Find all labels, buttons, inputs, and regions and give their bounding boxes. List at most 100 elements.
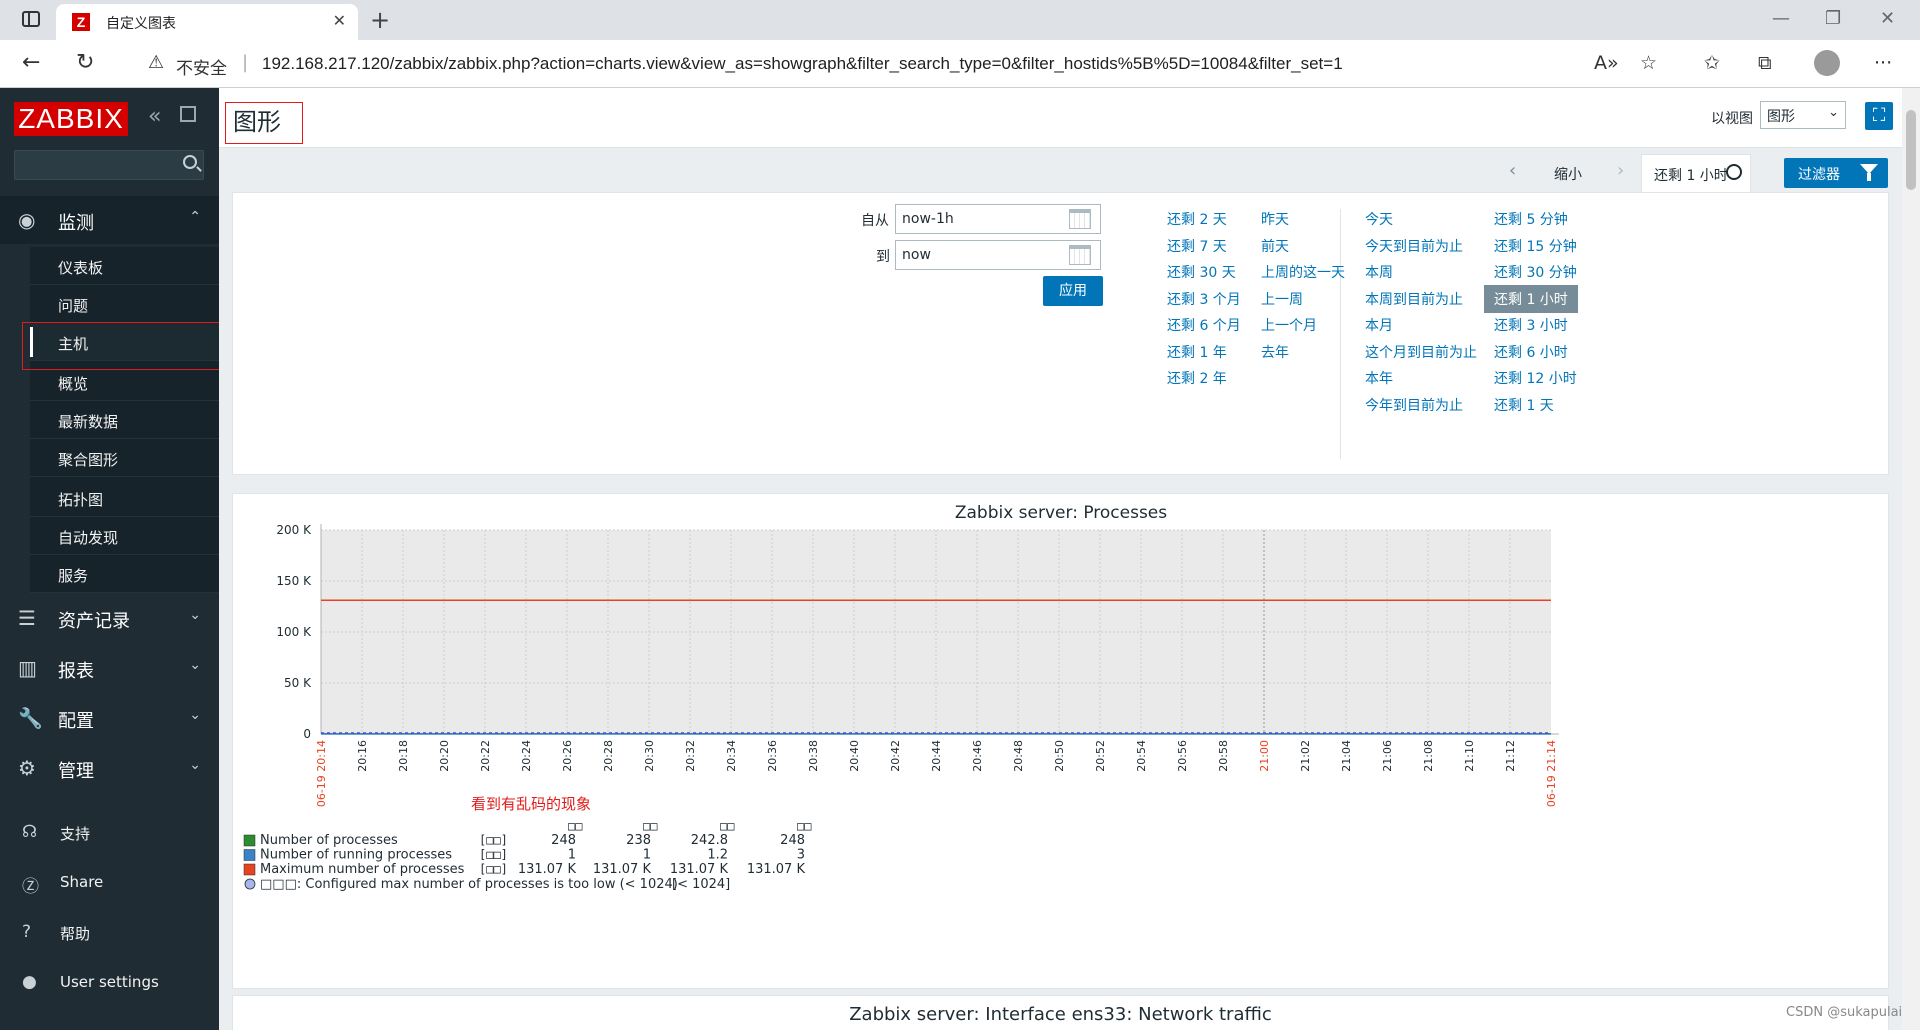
kiosk-mode-icon[interactable] xyxy=(180,106,196,122)
submenu-services[interactable]: 服务 xyxy=(30,555,219,593)
search-input[interactable] xyxy=(14,150,204,180)
collapse-sidebar-icon[interactable]: « xyxy=(148,104,161,129)
menu-inventory[interactable]: ☰ 资产记录 ⌄ xyxy=(0,594,219,642)
tab-title: 自定义图表 xyxy=(106,16,176,32)
filter-tab-button[interactable]: 过滤器 xyxy=(1784,158,1888,188)
quick-range-link[interactable]: 还剩 3 小时 xyxy=(1494,315,1568,335)
quick-range-link[interactable]: 今年到目前为止 xyxy=(1365,395,1463,415)
quick-range-link[interactable]: 今天 xyxy=(1365,209,1393,229)
calendar-icon[interactable] xyxy=(1069,209,1091,229)
calendar-icon[interactable] xyxy=(1069,245,1091,265)
more-icon[interactable]: ··· xyxy=(1874,52,1892,74)
quick-range-link[interactable]: 本年 xyxy=(1365,368,1393,388)
to-label: 到 xyxy=(876,249,890,265)
minimize-icon[interactable]: — xyxy=(1772,8,1790,29)
headset-icon: ☊ xyxy=(22,822,38,842)
quick-range-link[interactable]: 上一周 xyxy=(1261,289,1303,309)
time-tab[interactable]: 还剩 1 小时 xyxy=(1641,154,1751,192)
legend-column-header: □□ xyxy=(643,819,657,833)
submenu-discovery[interactable]: 自动发现 xyxy=(30,517,219,555)
search-icon[interactable] xyxy=(183,155,197,169)
url-field[interactable]: 192.168.217.120/zabbix/zabbix.php?action… xyxy=(262,54,1343,74)
quick-range-link[interactable]: 还剩 2 年 xyxy=(1167,368,1227,388)
quick-range-link[interactable]: 本月 xyxy=(1365,315,1393,335)
submenu-screens[interactable]: 聚合图形 xyxy=(30,439,219,477)
scroll-thumb[interactable] xyxy=(1906,110,1916,190)
quick-range-link[interactable]: 还剩 6 个月 xyxy=(1167,315,1241,335)
new-tab-icon[interactable]: + xyxy=(370,6,390,34)
share-link[interactable]: Ⓩ Share xyxy=(0,862,219,902)
support-label: 支持 xyxy=(60,825,91,843)
quick-range-link[interactable]: 还剩 1 天 xyxy=(1494,395,1554,415)
quick-range-link[interactable]: 本周 xyxy=(1365,262,1393,282)
add-favorite-icon[interactable]: ☆ xyxy=(1640,52,1657,74)
submenu-dashboard[interactable]: 仪表板 xyxy=(30,247,219,285)
favorites-icon[interactable]: ✩ xyxy=(1704,52,1720,74)
collections-icon[interactable]: ⧉ xyxy=(1758,52,1772,74)
legend-value: 248 xyxy=(551,833,576,848)
zoom-out-button[interactable]: 缩小 xyxy=(1554,164,1582,184)
close-tab-icon[interactable]: ✕ xyxy=(333,11,346,30)
page-scrollbar[interactable] xyxy=(1902,88,1920,1030)
menu-configuration[interactable]: 🔧 配置 ⌄ xyxy=(0,694,219,742)
warning-icon[interactable]: ⚠ xyxy=(148,52,164,73)
quick-range-link[interactable]: 昨天 xyxy=(1261,209,1289,229)
fullscreen-button[interactable]: ⛶ xyxy=(1865,102,1893,130)
quick-range-link[interactable]: 还剩 30 天 xyxy=(1167,262,1236,282)
quick-range-link[interactable]: 还剩 5 分钟 xyxy=(1494,209,1568,229)
view-as-select[interactable]: 图形 ⌄ xyxy=(1760,101,1846,129)
browser-tab[interactable]: Z 自定义图表 ✕ xyxy=(56,4,358,40)
quick-range-link[interactable]: 本周到目前为止 xyxy=(1365,289,1463,309)
tab-sidebar-icon[interactable] xyxy=(22,11,40,27)
reload-icon[interactable]: ↻ xyxy=(76,50,94,75)
menu-reports-label: 报表 xyxy=(58,661,94,682)
quick-range-link[interactable]: 今天到目前为止 xyxy=(1365,236,1463,256)
quick-range-link[interactable]: 还剩 12 小时 xyxy=(1494,368,1577,388)
submenu-maps[interactable]: 拓扑图 xyxy=(30,479,219,517)
y-tick-label: 150 K xyxy=(276,574,312,588)
quick-range-link[interactable]: 还剩 2 天 xyxy=(1167,209,1227,229)
user-settings-link[interactable]: ● User settings xyxy=(0,962,219,1002)
menu-monitoring[interactable]: ◉ 监测 ⌃ xyxy=(0,196,219,244)
read-aloud-icon[interactable]: A» xyxy=(1594,52,1619,74)
x-start-label: 06-19 20:14 xyxy=(315,740,328,807)
profile-avatar[interactable] xyxy=(1814,50,1840,76)
quick-range-link[interactable]: 上一个月 xyxy=(1261,315,1317,335)
submenu-problems[interactable]: 问题 xyxy=(30,285,219,323)
annotation-text: 看到有乱码的现象 xyxy=(471,795,591,813)
quick-range-link[interactable]: 上周的这一天 xyxy=(1261,262,1345,282)
time-filter-bar: ‹ 缩小 › 还剩 1 小时 过滤器 xyxy=(219,148,1902,192)
quick-range-link[interactable]: 前天 xyxy=(1261,236,1289,256)
graph-network-traffic: Zabbix server: Interface ens33: Network … xyxy=(232,995,1889,1030)
legend-func: [□□] xyxy=(479,833,508,847)
list-icon: ☰ xyxy=(18,606,36,630)
quick-range-link[interactable]: 还剩 30 分钟 xyxy=(1494,262,1577,282)
quick-range-link[interactable]: 还剩 1 年 xyxy=(1167,342,1227,362)
insecure-label[interactable]: 不安全 xyxy=(176,54,227,79)
submenu-label: 聚合图形 xyxy=(58,451,119,469)
quick-range-link[interactable]: 还剩 1 小时 xyxy=(1484,284,1578,313)
quick-range-link[interactable]: 还剩 3 个月 xyxy=(1167,289,1241,309)
quick-range-link[interactable]: 还剩 15 分钟 xyxy=(1494,236,1577,256)
submenu-latest-data[interactable]: 最新数据 xyxy=(30,401,219,439)
filter-tab-label: 过滤器 xyxy=(1798,167,1840,183)
back-icon[interactable]: ← xyxy=(22,50,40,75)
fullscreen-icon: ⛶ xyxy=(1872,105,1886,126)
quick-range-link[interactable]: 还剩 7 天 xyxy=(1167,236,1227,256)
time-next-icon[interactable]: › xyxy=(1617,160,1624,181)
from-label: 自从 xyxy=(861,213,889,229)
quick-range-link[interactable]: 这个月到目前为止 xyxy=(1365,342,1477,362)
help-link[interactable]: ? 帮助 xyxy=(0,912,219,952)
time-prev-icon[interactable]: ‹ xyxy=(1509,160,1516,181)
menu-administration[interactable]: ⚙ 管理 ⌄ xyxy=(0,744,219,792)
quick-range-link[interactable]: 去年 xyxy=(1261,342,1289,362)
window-close-icon[interactable]: ✕ xyxy=(1880,8,1895,29)
apply-button[interactable]: 应用 xyxy=(1043,276,1103,306)
x-tick-label: 20:54 xyxy=(1135,740,1148,772)
zabbix-logo[interactable]: ZABBIX xyxy=(14,102,128,136)
x-end-label: 06-19 21:14 xyxy=(1545,740,1558,807)
menu-reports[interactable]: ▥ 报表 ⌄ xyxy=(0,644,219,692)
restore-icon[interactable]: ❐ xyxy=(1825,8,1841,29)
support-link[interactable]: ☊ 支持 xyxy=(0,812,219,852)
quick-range-link[interactable]: 还剩 6 小时 xyxy=(1494,342,1568,362)
